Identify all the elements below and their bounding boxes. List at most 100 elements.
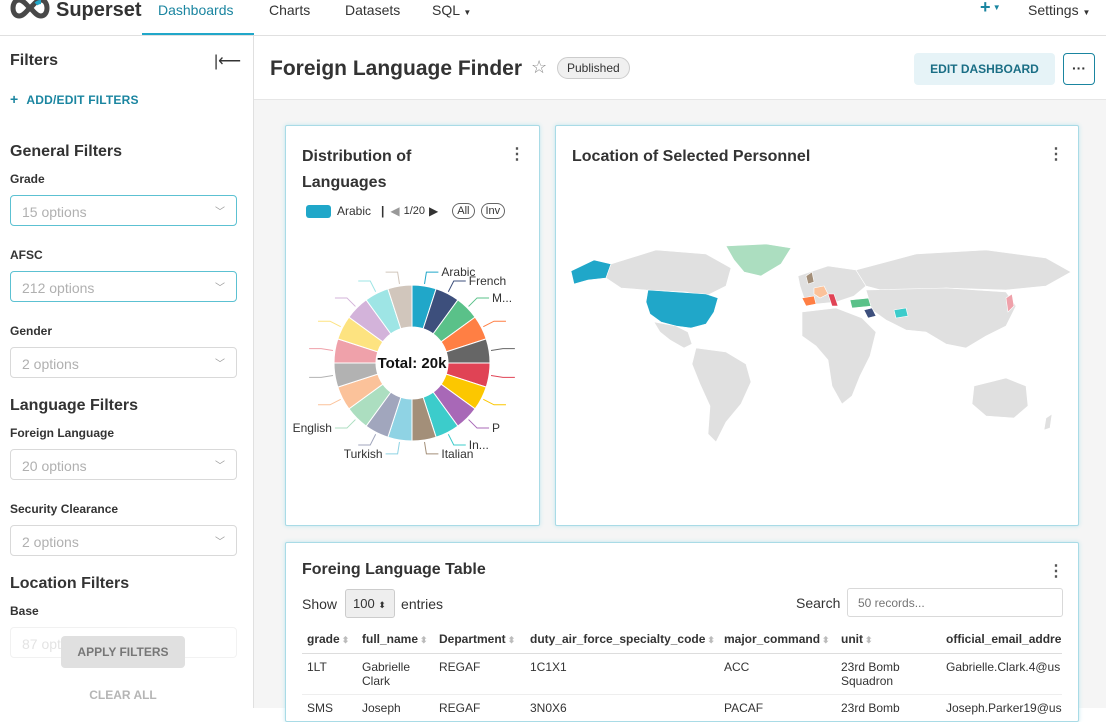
map-south-america[interactable] — [691, 347, 752, 443]
settings-menu[interactable]: Settings ▼ — [1028, 0, 1090, 36]
security-clearance-filter-label: Security Clearance — [10, 502, 119, 516]
cell-grade: SMS — [302, 694, 357, 721]
map-afghanistan[interactable] — [893, 307, 909, 319]
legend-next-icon[interactable]: ▶ — [429, 204, 438, 218]
chevron-down-icon: ﹀ — [215, 461, 225, 472]
search-input[interactable] — [847, 588, 1063, 617]
brand-name: Superset — [56, 0, 142, 21]
sort-icon: ⬍ — [822, 635, 830, 645]
dashboard-title[interactable]: Foreign Language Finder — [270, 57, 522, 81]
column-header-department[interactable]: Department ⬍ — [434, 629, 525, 654]
location-filters-heading: Location Filters — [10, 575, 130, 592]
column-header-full-name[interactable]: full_name ⬍ — [357, 629, 434, 654]
afsc-filter-select[interactable]: 212 options ﹀ — [10, 271, 237, 302]
card-menu-icon[interactable]: ⋮ — [1048, 561, 1064, 581]
card-menu-icon[interactable]: ⋮ — [1048, 144, 1064, 164]
grade-filter-label: Grade — [10, 172, 45, 186]
foreign-language-filter-select[interactable]: 20 options ﹀ — [10, 449, 237, 480]
pie-label-line — [490, 375, 515, 378]
clear-all-button[interactable]: CLEAR ALL — [61, 688, 185, 702]
nav-sql[interactable]: SQL ▼ — [432, 0, 471, 36]
gender-filter-select[interactable]: 2 options ﹀ — [10, 347, 237, 378]
nav-datasets[interactable]: Datasets — [345, 0, 400, 36]
cell-full-name: Joseph — [357, 694, 434, 721]
pie-chart[interactable]: ArabicFrenchM...PIn...ItalianTurkishEngl… — [286, 236, 539, 506]
table-row[interactable]: SMS Joseph REGAF 3N0X6 PACAF 23rd Bomb J… — [302, 694, 1062, 721]
grade-filter-select[interactable]: 15 options ﹀ — [10, 195, 237, 226]
nav-charts[interactable]: Charts — [269, 0, 310, 36]
map-russia[interactable] — [855, 249, 1072, 295]
column-header-grade[interactable]: grade ⬍ — [302, 629, 357, 654]
pie-label-line — [424, 441, 439, 455]
add-new-button[interactable]: + ▼ — [980, 0, 1001, 33]
sort-updown-icon: ⬍ — [378, 600, 386, 610]
pie-label-line — [358, 280, 377, 292]
apply-filters-button[interactable]: APPLY FILTERS — [61, 636, 185, 668]
column-header-unit[interactable]: unit ⬍ — [836, 629, 941, 654]
pie-chart-title: Distribution of Languages — [302, 144, 411, 196]
pie-label-line — [490, 348, 515, 351]
base-filter-label: Base — [10, 604, 39, 618]
map-australia[interactable] — [971, 377, 1029, 419]
pie-label-line — [447, 434, 466, 446]
legend-all-button[interactable]: All — [452, 203, 475, 219]
nav-dashboards[interactable]: Dashboards — [158, 0, 234, 36]
map-canada[interactable] — [605, 249, 732, 297]
plus-icon: + — [10, 91, 19, 107]
settings-label: Settings — [1028, 2, 1079, 18]
map-africa[interactable] — [801, 307, 877, 405]
cell-full-name: Gabrielle Clark — [357, 653, 434, 695]
map-asia[interactable] — [865, 287, 1017, 349]
cell-grade: 1LT — [302, 653, 357, 695]
legend-invert-button[interactable]: Inv — [480, 203, 506, 219]
pie-label-line — [483, 398, 506, 406]
published-badge[interactable]: Published — [557, 57, 630, 79]
edit-dashboard-button[interactable]: EDIT DASHBOARD — [914, 53, 1055, 85]
pie-label-line — [385, 441, 400, 455]
legend-item-label[interactable]: Arabic — [337, 204, 371, 218]
column-header-major-command[interactable]: major_command ⬍ — [719, 629, 836, 654]
legend-swatch[interactable] — [306, 204, 331, 218]
security-clearance-filter-select[interactable]: 2 options ﹀ — [10, 525, 237, 556]
card-menu-icon[interactable]: ⋮ — [509, 144, 525, 164]
world-map[interactable] — [566, 236, 1076, 456]
legend-prev-icon[interactable]: ◀ — [390, 204, 399, 218]
pie-slice-label: Italian — [441, 447, 473, 461]
chevron-down-icon: ﹀ — [215, 359, 225, 370]
general-filters-heading: General Filters — [10, 143, 123, 160]
pie-label-line — [468, 297, 490, 307]
gender-filter-placeholder: 2 options — [22, 356, 79, 372]
map-spain[interactable] — [801, 295, 817, 307]
add-edit-filters-label: ADD/EDIT FILTERS — [26, 93, 139, 107]
favorite-star-icon[interactable]: ☆ — [531, 57, 547, 78]
column-header-label: Department — [439, 632, 506, 646]
table-row[interactable]: 1LT Gabrielle Clark REGAF 1C1X1 ACC 23rd… — [302, 653, 1062, 695]
column-header-label: grade — [307, 632, 340, 646]
superset-logo[interactable]: Superset — [8, 0, 142, 24]
pie-label-line — [318, 320, 341, 328]
pie-slice-label: P — [492, 421, 500, 435]
table-header-row: grade ⬍ full_name ⬍ Department ⬍ duty_air_f… — [302, 629, 1062, 654]
chevron-down-icon: ﹀ — [215, 207, 225, 218]
collapse-sidebar-icon[interactable]: |⟵ — [214, 51, 241, 71]
add-edit-filters-button[interactable]: + ADD/EDIT FILTERS — [10, 91, 139, 107]
cell-department: REGAF — [434, 653, 525, 695]
sort-icon: ⬍ — [507, 635, 516, 645]
pie-label-line — [483, 320, 506, 328]
entries-select[interactable]: 100 ⬍ — [345, 589, 396, 618]
column-header-email[interactable]: official_email_addre — [941, 629, 1062, 654]
map-greenland[interactable] — [725, 243, 792, 277]
pie-label-line — [318, 398, 341, 406]
map-new-zealand[interactable] — [1043, 413, 1053, 431]
cell-dafsc: 3N0X6 — [525, 694, 719, 721]
map-alaska[interactable] — [570, 259, 612, 285]
dashboard-main: Foreign Language Finder ☆ Published EDIT… — [254, 36, 1106, 722]
column-header-dafsc[interactable]: duty_air_force_specialty_code ⬍ — [525, 629, 719, 654]
chevron-down-icon: ▼ — [463, 8, 472, 17]
dashboard-header: Foreign Language Finder ☆ Published EDIT… — [254, 36, 1106, 100]
entries-label: entries — [401, 595, 444, 612]
column-header-label: unit — [841, 632, 863, 646]
legend-divider: | — [381, 204, 385, 218]
more-options-button[interactable]: ··· — [1063, 53, 1095, 85]
foreign-language-filter-label: Foreign Language — [10, 426, 115, 440]
